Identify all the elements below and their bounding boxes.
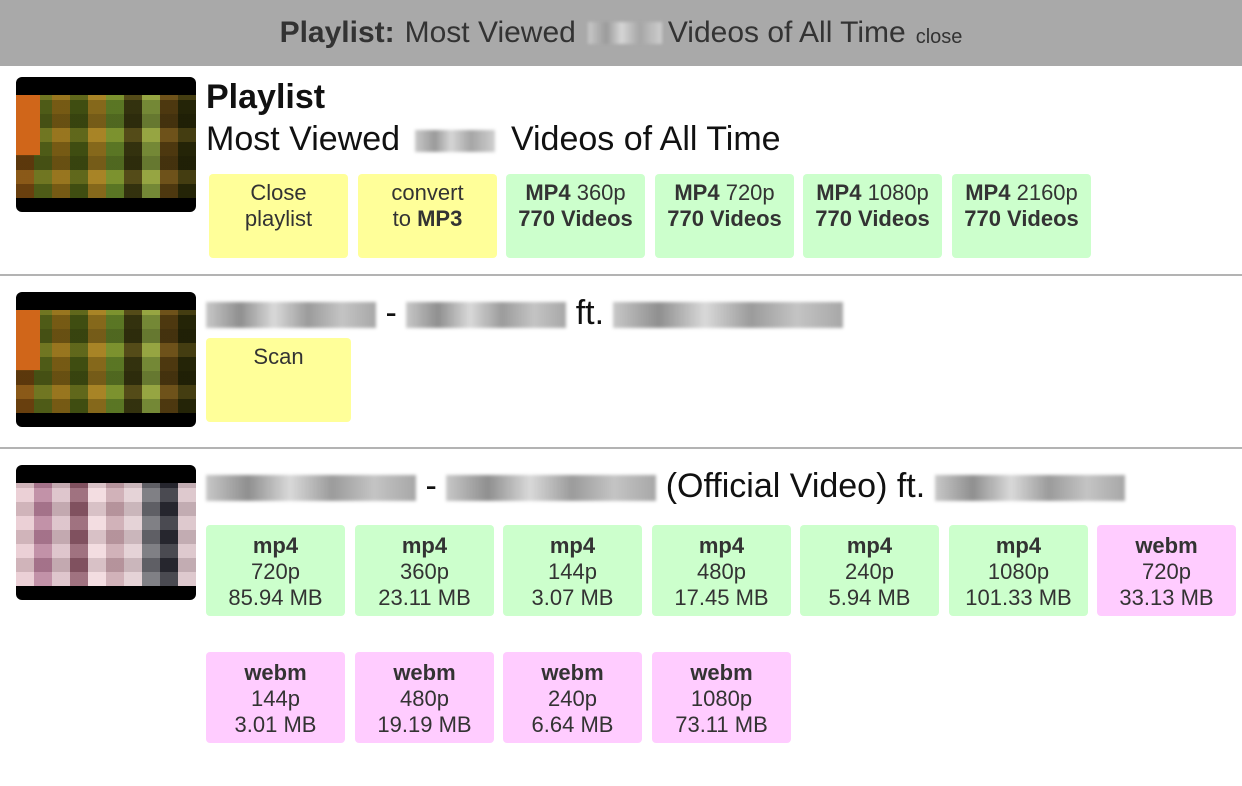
title-separator: - <box>385 294 397 332</box>
download-mp4-720p-option[interactable]: mp4 720p 85.94 MB <box>206 525 345 616</box>
divider <box>0 447 1242 449</box>
download-webm-720p-option[interactable]: webm 720p 33.13 MB <box>1097 525 1236 616</box>
title-official: (Official Video) ft. <box>665 467 926 505</box>
redacted-text <box>446 475 657 502</box>
video-title: - (Official Video) ft. <box>206 467 1125 506</box>
download-mp4-1080p-option[interactable]: mp4 1080p 101.33 MB <box>949 525 1088 616</box>
scan-button[interactable]: Scan <box>206 338 351 422</box>
playlist-thumbnail <box>16 77 196 212</box>
download-webm-240p-option[interactable]: webm 240p 6.64 MB <box>503 652 642 743</box>
redacted-text <box>206 302 376 329</box>
download-mp4-144p-option[interactable]: mp4 144p 3.07 MB <box>503 525 642 616</box>
video-title: - ft. <box>206 294 844 333</box>
playlist-title-post: Videos of All Time <box>510 120 781 158</box>
playlist-topbar: Playlist: Most Viewed Videos of All Time… <box>0 0 1242 66</box>
title-ft: ft. <box>575 294 605 332</box>
download-mp4-360p-button[interactable]: MP4 360p 770 Videos <box>506 174 645 258</box>
redacted-text <box>934 475 1125 502</box>
redacted-text <box>613 302 844 329</box>
download-mp4-360p-option[interactable]: mp4 360p 23.11 MB <box>355 525 494 616</box>
video-thumbnail <box>16 465 196 600</box>
download-mp4-480p-option[interactable]: mp4 480p 17.45 MB <box>652 525 791 616</box>
redacted-text <box>406 302 567 329</box>
close-playlist-button[interactable]: Close playlist <box>209 174 348 258</box>
download-mp4-240p-option[interactable]: mp4 240p 5.94 MB <box>800 525 939 616</box>
video-thumbnail <box>16 292 196 427</box>
title-separator: - <box>425 467 437 505</box>
convert-mp3-button[interactable]: convert to MP3 <box>358 174 497 258</box>
redacted-text <box>415 130 496 153</box>
playlist-heading: Playlist <box>206 78 326 116</box>
download-mp4-720p-button[interactable]: MP4 720p 770 Videos <box>655 174 794 258</box>
redacted-text <box>587 22 662 44</box>
download-mp4-1080p-button[interactable]: MP4 1080p 770 Videos <box>803 174 942 258</box>
topbar-title-post: Videos of All Time <box>667 16 906 49</box>
playlist-title-pre: Most Viewed <box>206 120 401 158</box>
divider <box>0 274 1242 276</box>
download-mp4-2160p-button[interactable]: MP4 2160p 770 Videos <box>952 174 1091 258</box>
redacted-text <box>206 475 416 502</box>
topbar-title-pre: Most Viewed <box>404 16 576 49</box>
playlist-title: Most Viewed Videos of All Time <box>206 120 781 159</box>
download-webm-144p-option[interactable]: webm 144p 3.01 MB <box>206 652 345 743</box>
close-link[interactable]: close <box>916 26 963 49</box>
download-webm-1080p-option[interactable]: webm 1080p 73.11 MB <box>652 652 791 743</box>
download-webm-480p-option[interactable]: webm 480p 19.19 MB <box>355 652 494 743</box>
topbar-label: Playlist: <box>279 16 395 49</box>
